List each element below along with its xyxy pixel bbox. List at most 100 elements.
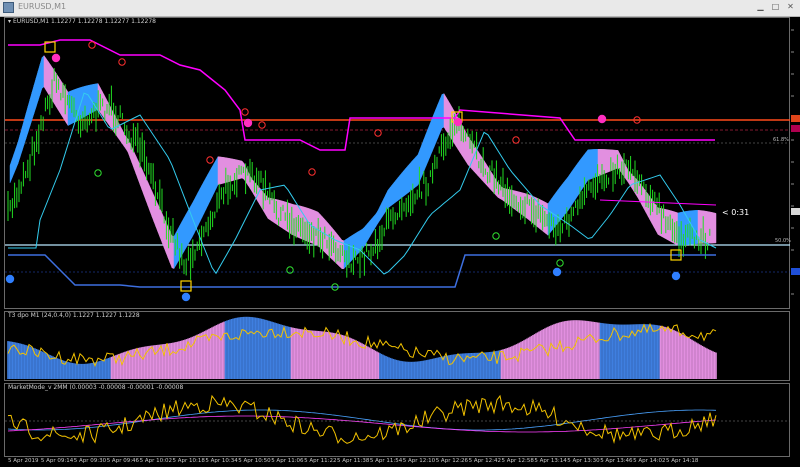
trend-band-segment [591,149,595,179]
time-axis-label: 5 Apr 11:54 [369,458,403,464]
trend-band-segment [325,220,329,256]
trend-band-segment [17,134,21,164]
trend-band-segment [569,170,573,209]
trend-band-segment [409,160,413,192]
trend-band-segment [561,181,565,219]
time-axis-label: 5 Apr 12:58 [501,458,534,464]
trend-band-segment [713,212,717,244]
trend-band-segment [429,118,433,157]
t3-panel-label: T3 dpo M1 (24,0.4,0) 1.1227 1.1227 1.122… [8,312,140,319]
trend-band-segment [377,206,381,224]
trend-band-segment [197,188,201,226]
trend-band-segment [435,103,439,143]
time-axis-label: 5 Apr 12:42 [468,458,501,464]
trend-band-segment [445,96,449,135]
trend-band-segment [151,191,155,222]
time-axis-label: 5 Apr 14:18 [666,458,699,464]
trend-band-segment [405,165,409,195]
trend-band-segment [183,213,187,253]
trend-band-segment [221,156,225,184]
trend-band-segment [419,144,423,181]
trend-band-segment [367,219,371,241]
trend-band-segment [31,85,35,120]
trend-band-segment [439,94,443,133]
pink-glyph-marker [243,118,253,128]
bar-countdown: < 0:31 [722,208,750,217]
trend-band-segment [35,71,39,108]
buy-signal-circle [492,232,500,240]
sell-signal-circle [118,58,126,66]
fib-level-upper: 61.8% [773,137,789,143]
trend-band-segment [41,54,45,89]
trend-band-segment [421,138,425,176]
trend-band-segment [573,164,577,203]
blue-glyph-marker [671,271,681,281]
time-axis-label: 5 Apr 10:02 [139,458,172,464]
trend-band-segment [133,151,137,174]
trend-band-segment [617,150,621,172]
time-axis-label: 5 Apr 14:02 [633,458,666,464]
trend-band-segment [575,162,579,200]
dropdown-arrow-icon: ▾ [8,18,12,25]
trend-band-segment [23,113,27,145]
trend-band-segment [625,165,629,183]
trend-band-segment [465,132,469,166]
trend-band-segment [149,186,153,217]
fib-level-lower: 50.0% [775,238,791,244]
trend-band-segment [427,123,431,162]
trend-band-segment [33,78,37,114]
trend-band-segment [389,184,393,207]
trend-band-segment [121,129,125,147]
trend-band-segment [403,167,407,197]
trend-band-segment [587,149,591,181]
trend-band-segment [251,178,255,196]
sell-signal-circle [308,168,316,176]
trend-band-segment [363,224,367,248]
main-panel-label-text: EURUSD,M1 1.12277 1.12278 1.12277 1.1227… [13,18,156,25]
trend-band-segment [187,206,191,246]
trend-band-segment [371,215,375,234]
trend-band-segment [641,185,645,209]
trend-band-segment [395,176,399,203]
trend-band-segment [379,202,383,221]
trend-band-segment [433,108,437,148]
trend-band-segment [399,172,403,200]
trend-band-segment [213,159,217,194]
trend-band-segment [373,213,377,231]
time-axis-label: 5 Apr 12:26 [435,458,469,464]
trend-band-segment [195,192,199,230]
trend-band-segment [47,60,51,98]
trend-band-segment [567,173,571,212]
trend-band-segment [205,173,209,210]
sell-signal-circle [512,136,520,144]
trend-band-segment [189,202,193,242]
trend-band-segment [201,181,205,218]
main-panel-label: ▾ EURUSD,M1 1.12277 1.12278 1.12277 1.122… [8,18,156,25]
trend-band-segment [259,187,263,210]
sell-signal-circle [88,41,96,49]
trend-band-segment [39,57,43,95]
trend-band-segment [119,125,123,145]
time-axis-label: 5 Apr 13:14 [534,458,567,464]
upper-channel-line [8,39,715,151]
trend-band-segment [139,164,143,190]
sell-signal-circle [241,108,249,116]
time-axis-label: 5 Apr 09:30 [73,458,107,464]
time-axis-label: 5 Apr 09:14 [40,458,74,464]
trend-band-segment [19,127,23,158]
trend-band-segment [257,185,261,206]
mm-oscillator-line [7,394,717,445]
price-tag-red [791,125,800,132]
time-axis[interactable]: 5 Apr 2019 5 Apr 09:14 5 Apr 09:30 5 Apr 09… [0,458,800,467]
trend-band-segment [607,149,611,173]
trend-band-segment [413,156,417,189]
trend-band-segment [423,133,427,172]
trend-band-segment [135,156,139,180]
price-tag-current [791,208,800,215]
trend-band-segment [571,167,575,206]
time-axis-label: 5 Apr 10:18 [172,458,205,464]
time-axis-label: 5 Apr 10:50 [238,458,271,464]
trend-band-segment [391,181,395,206]
trend-band-segment [375,209,379,228]
trend-band-segment [147,182,151,212]
